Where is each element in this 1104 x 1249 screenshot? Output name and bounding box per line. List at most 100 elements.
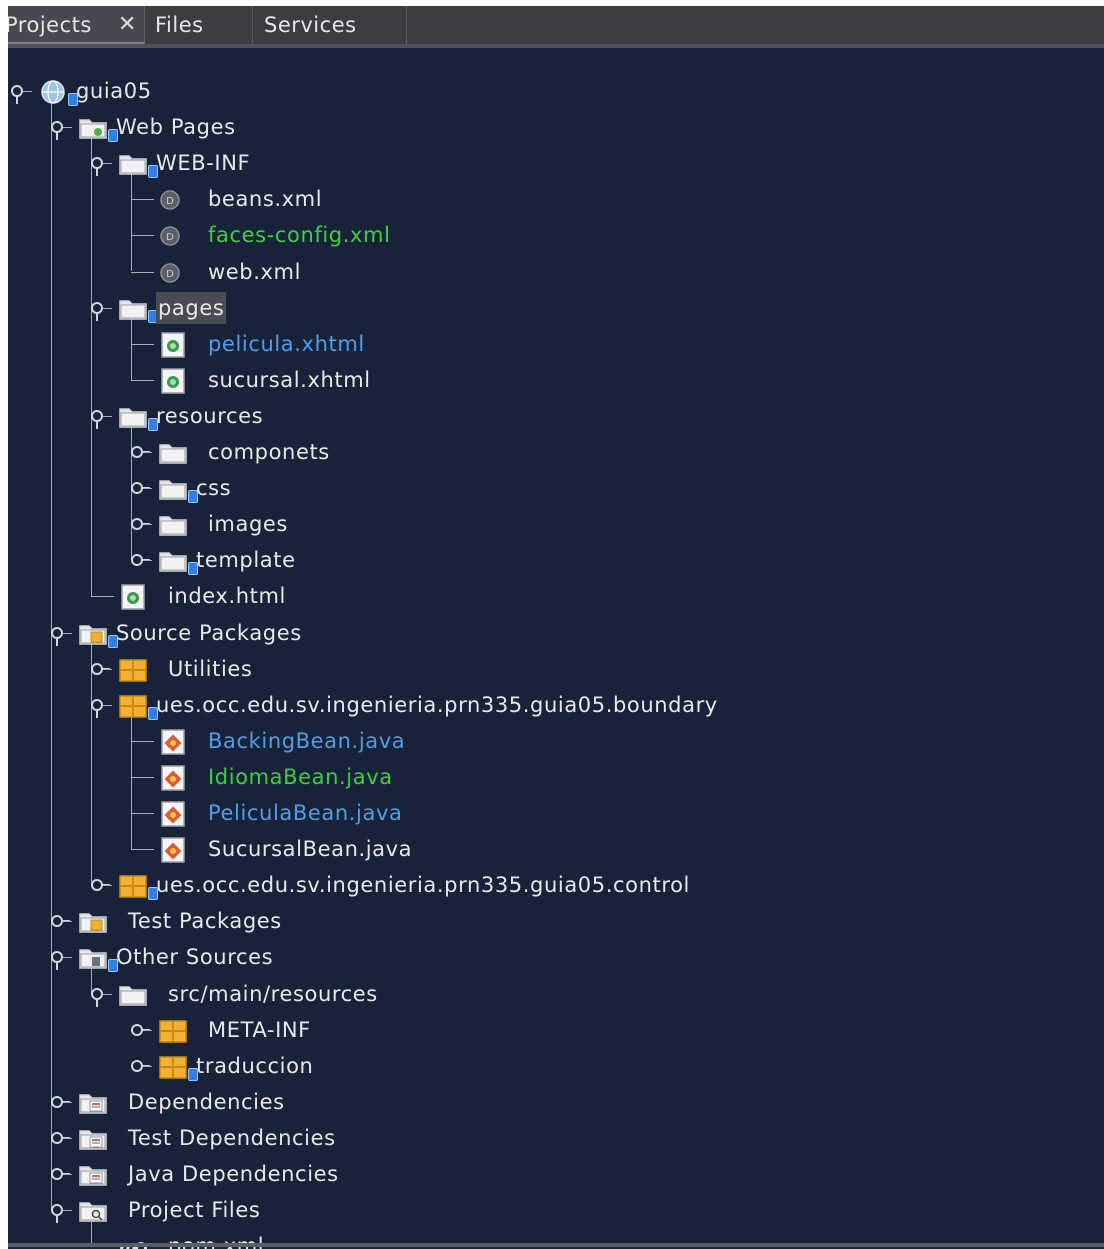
collapse-toggle-icon[interactable] <box>51 121 63 141</box>
tree-node[interactable]: BackingBean.java <box>8 725 1104 757</box>
collapse-toggle-icon[interactable] <box>91 698 103 718</box>
tree-node[interactable]: Dependencies <box>8 1086 1104 1118</box>
collapse-toggle-icon[interactable] <box>11 85 23 104</box>
tree-connector-line <box>131 271 154 273</box>
tree-node[interactable]: Dfaces-config.xml <box>8 219 1104 251</box>
tree-node[interactable]: pages <box>8 291 1104 324</box>
package-icon <box>118 693 148 719</box>
tree-connector-line <box>103 668 112 670</box>
collapse-toggle-icon[interactable] <box>91 157 103 177</box>
tree-connector-line <box>131 813 154 814</box>
tree-connector-line <box>23 91 32 92</box>
tree-connector-line <box>91 596 114 598</box>
tree-node[interactable]: src/main/resources <box>8 978 1104 1010</box>
tree-node-label: Dependencies <box>128 1089 285 1114</box>
tree-node-label: src/main/resources <box>168 981 378 1006</box>
xml-file-icon: D <box>158 223 188 249</box>
tree-node[interactable]: META-INF <box>8 1014 1104 1046</box>
tree-connector-line <box>143 1029 152 1031</box>
tree-node[interactable]: WEB-INF <box>8 147 1104 179</box>
expand-toggle-icon[interactable] <box>131 1059 150 1072</box>
tree-node[interactable]: PeliculaBean.java <box>8 797 1104 829</box>
tree-node[interactable]: index.html <box>8 580 1104 612</box>
tree-node[interactable]: Source Packages <box>8 617 1104 649</box>
tree-node[interactable]: Utilities <box>8 653 1104 685</box>
tree-node[interactable]: css <box>8 472 1104 504</box>
tree-connector-line <box>131 235 154 237</box>
tree-node[interactable]: traduccion <box>8 1050 1104 1082</box>
expand-toggle-icon[interactable] <box>51 915 70 928</box>
xhtml-file-icon <box>158 331 188 358</box>
expand-toggle-icon[interactable] <box>131 1023 150 1036</box>
tree-node[interactable]: Other Sources <box>8 941 1104 973</box>
tree-node[interactable]: Dweb.xml <box>8 256 1104 288</box>
expand-toggle-icon[interactable] <box>51 1131 70 1144</box>
tree-node-label: Project Files <box>128 1198 261 1223</box>
tree-node-label: WEB-INF <box>156 151 251 176</box>
java-file-icon <box>158 837 188 863</box>
tab-services[interactable]: Services <box>253 6 407 44</box>
package-icon <box>158 1054 188 1080</box>
collapse-toggle-icon[interactable] <box>91 987 103 1007</box>
close-icon[interactable]: ✕ <box>118 6 137 44</box>
tab-label: Files <box>155 13 204 37</box>
tree-connector-line <box>143 488 152 490</box>
tree-connector-line <box>103 163 112 165</box>
expand-toggle-icon[interactable] <box>131 482 150 495</box>
tree-node[interactable]: ues.occ.edu.sv.ingenieria.prn335.guia05.… <box>8 689 1104 721</box>
tree-node[interactable]: pelicula.xhtml <box>8 328 1104 360</box>
scroll-edge <box>8 1243 1104 1247</box>
tree-node[interactable]: Test Dependencies <box>8 1122 1104 1154</box>
tab-files[interactable]: Files <box>145 6 253 44</box>
source-packages-icon <box>78 621 108 647</box>
tree-node[interactable]: Web Pages <box>8 111 1104 143</box>
tree-node-label: Source Packages <box>116 620 302 645</box>
expand-toggle-icon[interactable] <box>51 1095 70 1108</box>
java-file-icon <box>158 801 188 827</box>
tab-projects[interactable]: Projects ✕ <box>8 6 145 44</box>
tree-node[interactable]: resources <box>8 400 1104 432</box>
tree-node[interactable]: template <box>8 544 1104 576</box>
tree-node[interactable]: Test Packages <box>8 905 1104 937</box>
tree-node[interactable]: SucursalBean.java <box>8 833 1104 865</box>
expand-toggle-icon[interactable] <box>91 662 110 675</box>
tree-node[interactable]: componets <box>8 436 1104 468</box>
tree-connector-line <box>131 379 154 381</box>
tree-connector-line <box>131 776 154 778</box>
library-icon <box>78 1162 108 1188</box>
tree-node[interactable]: sucursal.xhtml <box>8 364 1104 396</box>
tree-node[interactable]: Dbeans.xml <box>8 183 1104 215</box>
tab-label: Projects <box>8 13 92 37</box>
java-file-icon <box>158 765 188 791</box>
expand-toggle-icon[interactable] <box>131 446 150 458</box>
collapse-toggle-icon[interactable] <box>51 1204 63 1224</box>
collapse-toggle-icon[interactable] <box>51 951 63 971</box>
tree-node-label: traduccion <box>196 1053 314 1078</box>
collapse-toggle-icon[interactable] <box>51 626 63 646</box>
tree-node-label: Web Pages <box>116 115 236 140</box>
web-project-icon <box>38 79 68 105</box>
collapse-toggle-icon[interactable] <box>91 301 103 321</box>
tree-node-label: componets <box>208 440 330 464</box>
tree-connector-line <box>63 1137 72 1139</box>
tree-node[interactable]: Project Files <box>8 1194 1104 1226</box>
expand-toggle-icon[interactable] <box>131 518 150 531</box>
tree-node[interactable]: images <box>8 508 1104 540</box>
tree-node[interactable]: ues.occ.edu.sv.ingenieria.prn335.guia05.… <box>8 869 1104 901</box>
tab-bar: Projects ✕ Files Services <box>8 6 1104 45</box>
tree-connector-line <box>63 127 72 129</box>
expand-toggle-icon[interactable] <box>91 879 110 892</box>
tree-node[interactable]: guia05 <box>8 75 1104 107</box>
tree-node[interactable]: IdiomaBean.java <box>8 761 1104 793</box>
tree-node-label: web.xml <box>208 259 302 284</box>
tree-node-label: META-INF <box>208 1017 311 1042</box>
xml-file-icon: D <box>158 260 188 286</box>
tree-connector-line <box>131 343 154 345</box>
tree-connector-line <box>63 1101 72 1103</box>
expand-toggle-icon[interactable] <box>131 554 150 567</box>
folder-icon <box>158 548 188 574</box>
tree-node-label: PeliculaBean.java <box>208 801 403 825</box>
tree-node[interactable]: Java Dependencies <box>8 1158 1104 1190</box>
collapse-toggle-icon[interactable] <box>91 409 103 429</box>
expand-toggle-icon[interactable] <box>51 1168 70 1180</box>
